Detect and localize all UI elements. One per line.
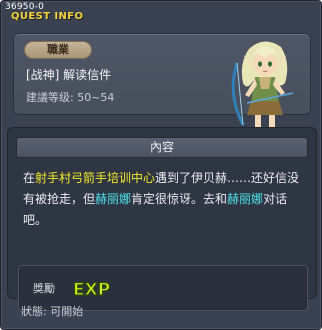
quest-status: 狀態: 可開始	[21, 305, 84, 318]
npc-name: 赫丽娜	[95, 192, 132, 206]
quest-info-window: 36950-0 QUEST INFO 職業 [战神] 解读信件 建議等级: 50…	[0, 0, 322, 330]
reward-label: 獎勵	[33, 282, 55, 295]
description-segment: 肯定很惊讶。去和	[131, 192, 228, 206]
description-segment: 在	[23, 171, 36, 185]
quest-name: [战神] 解读信件	[26, 68, 112, 82]
npc-name: 赫丽娜	[227, 192, 264, 206]
location-link: 射手村弓箭手培训中心	[35, 171, 156, 185]
content-section-header: 內容	[16, 137, 308, 158]
quest-description: 在射手村弓箭手培训中心遇到了伊贝赫……还好信没有被抢走，但赫丽娜肯定很惊讶。去和…	[23, 168, 309, 231]
exp-text: EXP	[73, 280, 110, 300]
exp-icon: EXP	[72, 279, 110, 300]
job-badge: 職業	[24, 41, 92, 59]
window-title: QUEST INFO	[11, 11, 84, 22]
npc-portrait-icon	[231, 41, 294, 135]
quest-content-panel: 內容 在射手村弓箭手培训中心遇到了伊贝赫……还好信没有被抢走，但赫丽娜肯定很惊讶…	[7, 127, 317, 311]
recommended-level: 建議等级: 50~54	[26, 91, 115, 104]
